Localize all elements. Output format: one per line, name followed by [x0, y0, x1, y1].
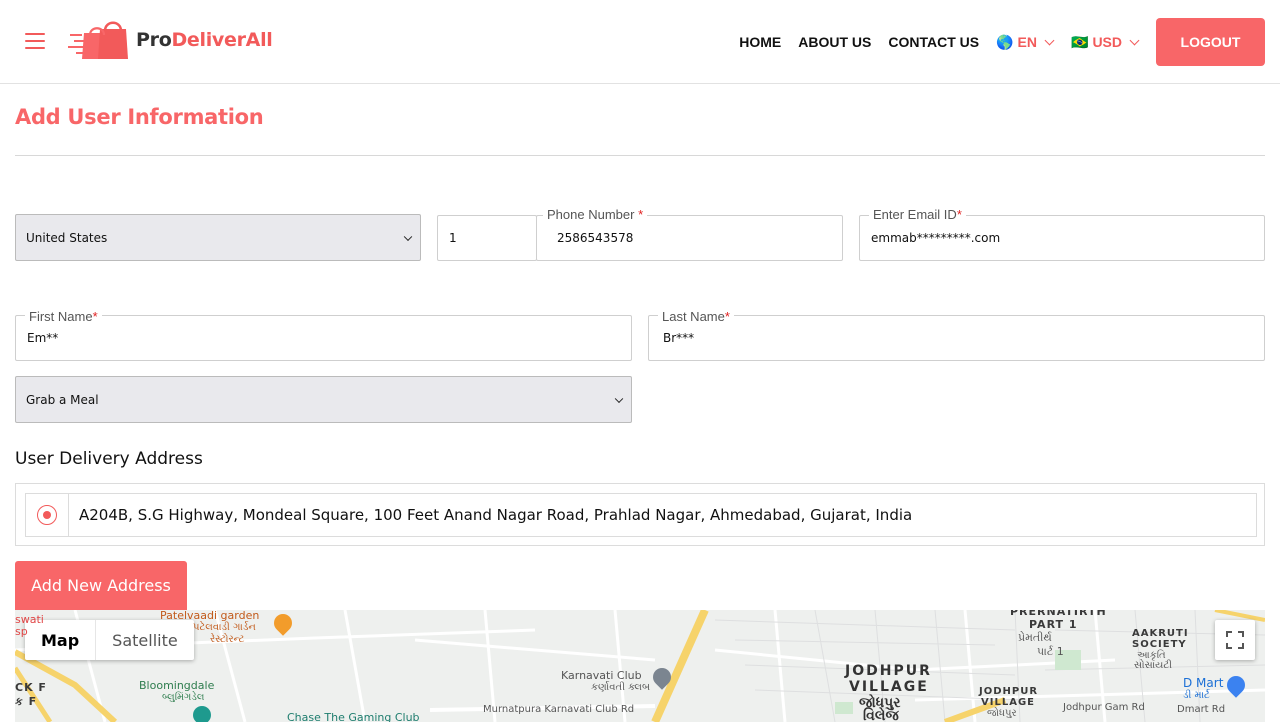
page-title: Add User Information: [15, 105, 264, 129]
brazil-flag-icon: 🇧🇷: [1071, 33, 1089, 50]
map-label-bloomingdale-gu: બ્લુમિંગડેલ: [162, 692, 205, 703]
title-divider: [15, 155, 1265, 156]
add-new-address-button[interactable]: Add New Address: [15, 561, 187, 610]
last-name-value: Br***: [663, 331, 695, 345]
map-label-part1: PART 1: [1029, 618, 1078, 631]
map-label-part1-gu: પાર્ટ 1: [1037, 645, 1064, 658]
fullscreen-icon[interactable]: [1215, 620, 1255, 660]
address-text: A204B, S.G Highway, Mondeal Square, 100 …: [79, 506, 913, 524]
map-label-prernatirth: PRERNATIRTH: [1010, 610, 1107, 618]
map-label-dmart-rd: Dmart Rd: [1177, 704, 1226, 715]
top-header: ProDeliverAll HOME ABOUT US CONTACT US 🌎…: [0, 0, 1280, 84]
globe-flag-icon: 🌎: [996, 33, 1014, 50]
brand-name: ProDeliverAll: [136, 29, 273, 51]
language-label: EN: [1017, 34, 1037, 50]
language-selector[interactable]: 🌎 EN: [996, 33, 1055, 51]
nav-contact-link[interactable]: CONTACT US: [888, 34, 979, 50]
map-label-jodhpur-gu2: વિલેજ: [863, 708, 899, 722]
country-select-value: United States: [26, 230, 108, 245]
map-label-chase: Chase The Gaming Club: [287, 711, 420, 722]
last-name-field[interactable]: Br***: [648, 315, 1265, 361]
nav-about-link[interactable]: ABOUT US: [798, 34, 871, 50]
main-nav: HOME ABOUT US CONTACT US 🌎 EN 🇧🇷 USD LOG…: [739, 0, 1280, 84]
country-select[interactable]: United States: [15, 214, 421, 261]
first-name-value: Em**: [27, 331, 59, 345]
email-label: Enter Email ID*: [869, 208, 966, 222]
chevron-down-icon: [1129, 35, 1140, 45]
shopping-bag-logo-icon: [68, 17, 130, 63]
nav-home-link[interactable]: HOME: [739, 34, 781, 50]
map-type-satellite-button[interactable]: Satellite: [96, 620, 194, 660]
currency-label: USD: [1092, 34, 1122, 50]
map-label-patelvaadi-gu: પટેલવાડી ગાર્ડન: [193, 622, 256, 633]
phone-code-value: 1: [449, 231, 457, 245]
service-select-value: Grab a Meal: [26, 392, 99, 407]
chevron-down-icon: [403, 232, 413, 241]
map-type-map-button[interactable]: Map: [25, 620, 97, 660]
service-select[interactable]: Grab a Meal: [15, 376, 632, 423]
currency-selector[interactable]: 🇧🇷 USD: [1071, 33, 1140, 51]
map-label-dmart-gu: ડી માર્ટ: [1183, 690, 1210, 701]
phone-number-label: Phone Number *: [543, 208, 648, 222]
map-label-karnavati-gu: કર્ણાવતી ક્લબ: [591, 682, 651, 693]
map-view[interactable]: Map Satellite swati sp CK F ક F Patelvaa…: [15, 610, 1265, 722]
brand-logo[interactable]: ProDeliverAll: [68, 17, 273, 63]
map-type-toggle: Map Satellite: [25, 620, 194, 660]
map-label-swati2: sp: [15, 625, 28, 638]
map-label-dmart: D Mart: [1183, 676, 1224, 690]
address-radio-button[interactable]: [37, 505, 57, 525]
map-label-jodhpur-gam-rd: Jodhpur Gam Rd: [1063, 702, 1145, 713]
address-radio-cell[interactable]: [26, 494, 69, 536]
phone-code-field[interactable]: 1: [437, 215, 537, 261]
chevron-down-icon: [614, 394, 624, 403]
logout-button[interactable]: LOGOUT: [1156, 18, 1265, 66]
address-item[interactable]: A204B, S.G Highway, Mondeal Square, 100 …: [25, 493, 1257, 537]
map-label-jodhpur-small-gu: જોધપુર: [987, 708, 1017, 719]
map-label-patelvaadi-gu2: રેસ્ટોરન્ટ: [210, 634, 245, 645]
map-label-prernatirth-gu: પ્રેમતીર્થ: [1018, 631, 1052, 644]
map-label-jodhpur: JODHPUR: [845, 663, 932, 679]
map-label-murnatpura: Murnatpura Karnavati Club Rd: [483, 704, 635, 715]
map-label-ck: CK F: [15, 681, 47, 694]
address-list: A204B, S.G Highway, Mondeal Square, 100 …: [15, 483, 1265, 546]
map-label-bloomingdale: Bloomingdale: [139, 679, 215, 692]
map-label-village: VILLAGE: [849, 679, 929, 695]
first-name-field[interactable]: Em**: [15, 315, 632, 361]
last-name-label: Last Name*: [658, 310, 734, 324]
email-value: emmab*********.com: [871, 231, 1001, 245]
chevron-down-icon: [1044, 35, 1055, 45]
first-name-label: First Name*: [25, 310, 102, 324]
map-label-karnavati: Karnavati Club: [561, 669, 642, 682]
map-label-society-gu: સોસાયટી: [1134, 660, 1173, 671]
phone-number-value: 2586543578: [557, 231, 634, 245]
map-label-patelvaadi: Patelvaadi garden: [160, 610, 260, 622]
map-label-ck2: ક F: [15, 695, 38, 708]
delivery-address-heading: User Delivery Address: [15, 449, 203, 469]
hamburger-menu-icon[interactable]: [25, 33, 45, 49]
